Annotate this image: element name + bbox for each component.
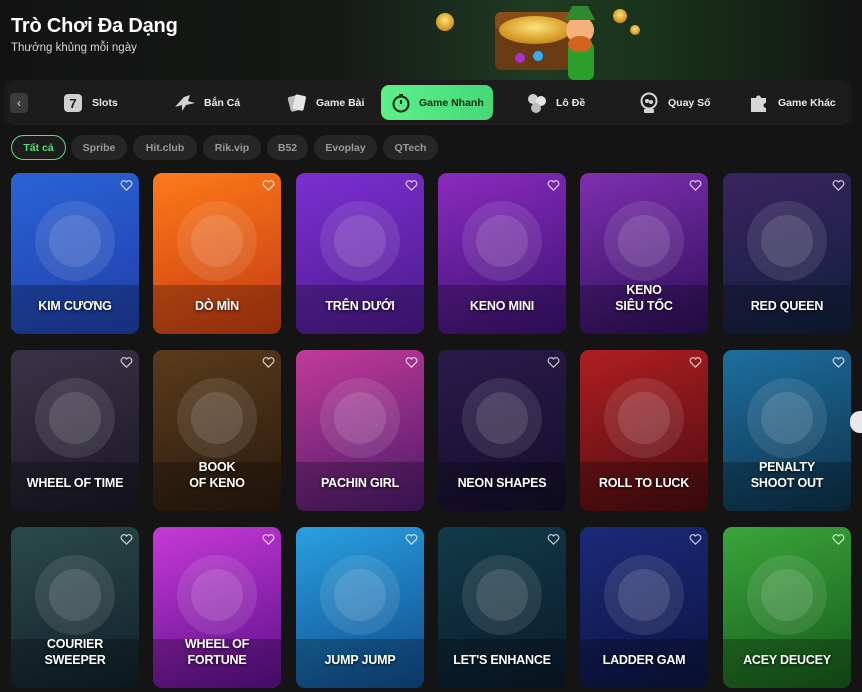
game-card[interactable]: LET'S ENHANCE (438, 527, 566, 688)
game-card[interactable]: KIM CƯƠNG (11, 173, 139, 334)
favorite-heart-icon[interactable] (405, 356, 418, 369)
category-label: Bắn Cá (204, 96, 241, 109)
category-bar: ‹ 7 Slots Bắn Cá Game Bài Game Nhanh Lô … (4, 80, 852, 125)
game-card[interactable]: KENO SIÊU TỐC (580, 173, 708, 334)
page-subtitle: Thưởng khủng mỗi ngày (11, 42, 137, 54)
provider-chip-spribe[interactable]: Spribe (71, 135, 127, 160)
game-card[interactable]: COURIER SWEEPER (11, 527, 139, 688)
game-title: RED QUEEN (750, 299, 824, 313)
provider-chip-rikvip[interactable]: Rik.vip (203, 135, 261, 160)
game-card[interactable]: ACEY DEUCEY (723, 527, 851, 688)
playing-cards-icon (286, 92, 308, 114)
game-card[interactable]: TRÊN DƯỚI (296, 173, 424, 334)
game-card[interactable]: PENALTY SHOOT OUT (723, 350, 851, 511)
category-label: Game Bài (316, 96, 365, 109)
category-label: Slots (92, 96, 118, 109)
game-title: KENO SIÊU TỐC (615, 283, 673, 313)
game-title: NEON SHAPES (457, 476, 547, 490)
category-prev-button[interactable]: ‹ (10, 93, 28, 113)
lottery-balls-icon (526, 92, 548, 114)
game-title: JUMP JUMP (324, 653, 396, 667)
provider-chip-hitclub[interactable]: Hit.club (133, 135, 197, 160)
game-card[interactable]: DÒ MÌN (153, 173, 281, 334)
category-game-nhanh[interactable]: Game Nhanh (381, 85, 493, 120)
game-title: LET'S ENHANCE (453, 653, 551, 667)
favorite-heart-icon[interactable] (262, 533, 275, 546)
shark-fishing-icon (174, 92, 196, 114)
favorite-heart-icon[interactable] (689, 179, 702, 192)
game-title: DÒ MÌN (195, 299, 239, 313)
game-title: PENALTY SHOOT OUT (750, 460, 824, 490)
game-card[interactable]: WHEEL OF FORTUNE (153, 527, 281, 688)
favorite-heart-icon[interactable] (405, 179, 418, 192)
category-label: Quay Số (668, 96, 711, 109)
favorite-heart-icon[interactable] (689, 356, 702, 369)
game-title: COURIER SWEEPER (44, 637, 106, 667)
game-card[interactable]: WHEEL OF TIME (11, 350, 139, 511)
page-title: Trò Chơi Đa Dạng (11, 15, 178, 37)
leprechaun-treasure-banner (436, 6, 640, 80)
game-title: TRÊN DƯỚI (325, 299, 395, 313)
game-card[interactable]: NEON SHAPES (438, 350, 566, 511)
game-title: WHEEL OF FORTUNE (184, 637, 250, 667)
category-label: Game Nhanh (419, 96, 484, 109)
game-title: ACEY DEUCEY (743, 653, 831, 667)
favorite-heart-icon[interactable] (262, 356, 275, 369)
favorite-heart-icon[interactable] (547, 356, 560, 369)
favorite-heart-icon[interactable] (832, 533, 845, 546)
category-game-bai[interactable]: Game Bài (276, 85, 374, 120)
game-title: BOOK OF KENO (189, 460, 245, 490)
favorite-heart-icon[interactable] (832, 356, 845, 369)
category-label: Lô Đề (556, 96, 586, 109)
puzzle-icon (748, 92, 770, 114)
category-game-khac[interactable]: Game Khác (738, 85, 846, 120)
favorite-heart-icon[interactable] (120, 356, 133, 369)
chevron-left-icon: ‹ (17, 96, 21, 110)
category-label: Game Khác (778, 96, 836, 109)
game-title: WHEEL OF TIME (26, 476, 124, 490)
provider-chip-all[interactable]: Tất cả (11, 135, 66, 160)
game-title: ROLL TO LUCK (598, 476, 690, 490)
favorite-heart-icon[interactable] (120, 533, 133, 546)
game-card[interactable]: LADDER GAM (580, 527, 708, 688)
game-card[interactable]: RED QUEEN (723, 173, 851, 334)
game-card[interactable]: PACHIN GIRL (296, 350, 424, 511)
favorite-heart-icon[interactable] (120, 179, 133, 192)
favorite-heart-icon[interactable] (405, 533, 418, 546)
game-title: KENO MINI (469, 299, 535, 313)
favorite-heart-icon[interactable] (262, 179, 275, 192)
game-card[interactable]: KENO MINI (438, 173, 566, 334)
stopwatch-icon (391, 92, 411, 114)
seven-slot-icon: 7 (62, 92, 84, 114)
provider-chip-b52[interactable]: B52 (267, 135, 308, 160)
side-chat-tab[interactable] (850, 411, 862, 433)
game-card[interactable]: BOOK OF KENO (153, 350, 281, 511)
category-slots[interactable]: 7 Slots (52, 85, 128, 120)
provider-chip-qtech[interactable]: QTech (383, 135, 438, 160)
favorite-heart-icon[interactable] (547, 533, 560, 546)
game-card[interactable]: ROLL TO LUCK (580, 350, 708, 511)
game-card[interactable]: JUMP JUMP (296, 527, 424, 688)
category-quay-so[interactable]: Quay Số (628, 85, 721, 120)
category-lo-de[interactable]: Lô Đề (516, 85, 595, 120)
lottery-machine-icon (638, 92, 660, 114)
game-title: KIM CƯƠNG (38, 299, 112, 313)
favorite-heart-icon[interactable] (547, 179, 560, 192)
category-ban-ca[interactable]: Bắn Cá (164, 85, 250, 120)
page-header: Trò Chơi Đa Dạng Thưởng khủng mỗi ngày (0, 0, 862, 80)
game-title: LADDER GAM (602, 653, 686, 667)
svg-text:7: 7 (69, 96, 76, 111)
provider-chip-evoplay[interactable]: Evoplay (314, 135, 377, 160)
game-title: PACHIN GIRL (320, 476, 400, 490)
favorite-heart-icon[interactable] (832, 179, 845, 192)
favorite-heart-icon[interactable] (689, 533, 702, 546)
